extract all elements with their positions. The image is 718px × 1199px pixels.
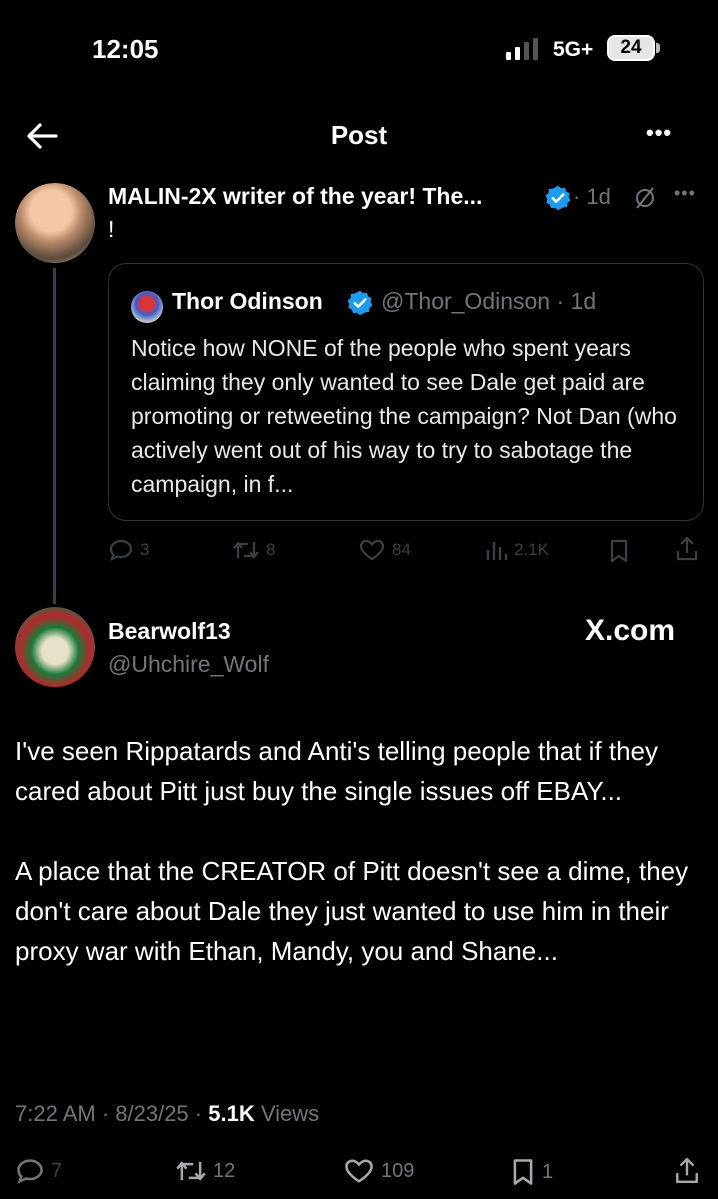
- bookmark-button[interactable]: 1: [510, 1157, 553, 1187]
- post-meta: 7:22 AM · 8/23/25 · 5.1K Views: [15, 1101, 319, 1127]
- reply-button[interactable]: 3: [108, 538, 149, 562]
- quoted-text: Notice how NONE of the people who spent …: [131, 335, 677, 497]
- bookmark-icon: [610, 539, 628, 563]
- like-button[interactable]: 84: [358, 538, 411, 562]
- share-icon: [676, 536, 698, 561]
- network-label: 5G+: [553, 38, 594, 61]
- signal-icon: [506, 38, 538, 60]
- retweet-icon: [233, 541, 259, 559]
- quoted-handle: @Thor_Odinson · 1d: [381, 288, 597, 314]
- avatar[interactable]: [15, 183, 95, 263]
- like-count: 109: [381, 1159, 415, 1182]
- retweet-count: 8: [266, 540, 276, 559]
- post-author-name[interactable]: Bearwolf13: [108, 618, 231, 645]
- retweet-icon: [176, 1161, 206, 1181]
- verified-badge-icon: [545, 185, 571, 211]
- reply-icon: [17, 1159, 43, 1184]
- post-paragraph: I've seen Rippatards and Anti's telling …: [15, 736, 659, 806]
- reply-count: 3: [140, 540, 150, 559]
- heart-icon: [345, 1159, 373, 1183]
- views-icon: [486, 542, 508, 560]
- post-text: !: [108, 216, 115, 242]
- post-text: I've seen Rippatards and Anti's telling …: [15, 731, 705, 971]
- quoted-author-name[interactable]: Thor Odinson: [172, 288, 323, 315]
- retweet-button[interactable]: 8: [232, 538, 275, 562]
- page-title: Post: [330, 120, 388, 150]
- post-author-name[interactable]: MALIN-2X writer of the year! The...: [108, 183, 482, 210]
- reply-count: 7: [51, 1159, 63, 1182]
- battery-icon: 24: [607, 35, 655, 61]
- avatar[interactable]: [15, 607, 95, 687]
- battery-nub: [656, 43, 660, 53]
- like-count: 84: [392, 540, 411, 559]
- share-icon: [676, 1157, 698, 1184]
- more-options-icon[interactable]: •••: [646, 120, 686, 150]
- status-time: 12:05: [92, 34, 159, 64]
- x-brand-watermark: X.com: [585, 614, 676, 647]
- bookmark-icon: [513, 1159, 533, 1185]
- views-button[interactable]: 2.1K: [484, 538, 549, 562]
- verified-badge-icon: [347, 290, 373, 316]
- reply-button[interactable]: 7: [15, 1157, 62, 1185]
- heart-icon: [359, 539, 385, 561]
- post-paragraph: A place that the CREATOR of Pitt doesn't…: [15, 856, 689, 966]
- like-button[interactable]: 109: [343, 1157, 414, 1185]
- share-button[interactable]: [675, 536, 699, 562]
- quoted-avatar[interactable]: [131, 291, 163, 323]
- retweet-count: 12: [213, 1159, 236, 1182]
- thread-connector: [53, 268, 56, 604]
- views-count: 2.1K: [514, 540, 549, 559]
- reply-icon: [109, 539, 133, 562]
- views-label: Views: [254, 1101, 320, 1126]
- grok-icon[interactable]: [633, 186, 657, 210]
- bookmark-count: 1: [542, 1160, 554, 1183]
- post-timestamp: · 1d: [573, 184, 611, 209]
- retweet-button[interactable]: 12: [175, 1157, 235, 1185]
- share-button[interactable]: [674, 1156, 700, 1186]
- bookmark-button[interactable]: [608, 538, 630, 564]
- post-more-icon[interactable]: •••: [674, 183, 696, 204]
- post-author-handle[interactable]: @Uhchire_Wolf: [108, 651, 269, 678]
- views-total[interactable]: 5.1K: [208, 1101, 254, 1126]
- post-datetime: 7:22 AM · 8/23/25 ·: [15, 1101, 209, 1126]
